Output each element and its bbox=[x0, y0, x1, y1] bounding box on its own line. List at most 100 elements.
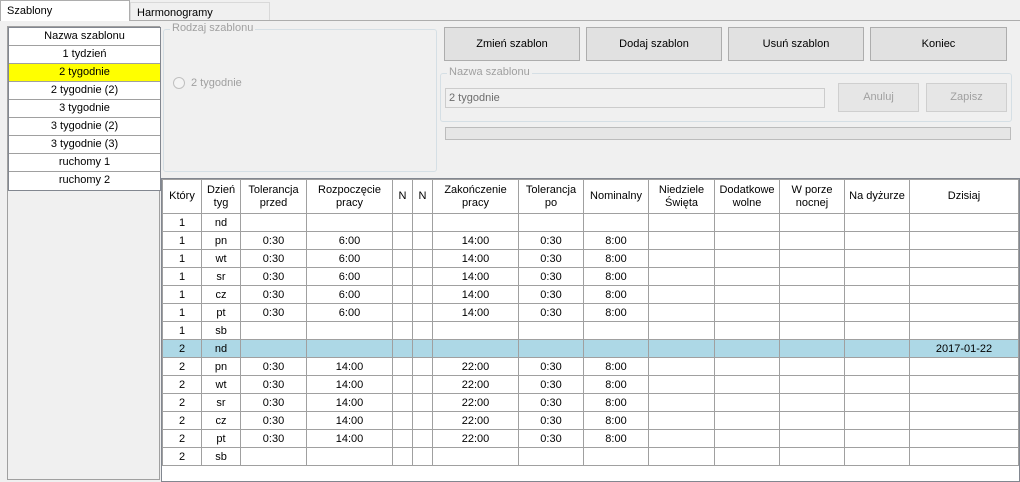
table-cell[interactable] bbox=[714, 375, 780, 394]
table-cell[interactable] bbox=[844, 447, 910, 466]
table-cell[interactable] bbox=[909, 429, 1019, 448]
table-cell[interactable]: 14:00 bbox=[306, 429, 393, 448]
table-cell[interactable] bbox=[844, 339, 910, 358]
table-cell[interactable]: 0:30 bbox=[240, 249, 307, 268]
table-cell[interactable] bbox=[844, 285, 910, 304]
table-cell[interactable] bbox=[412, 393, 433, 412]
table-cell[interactable]: cz bbox=[201, 411, 241, 430]
template-list-item[interactable]: 3 tygodnie (2) bbox=[9, 118, 160, 136]
column-header[interactable]: Dzień tyg bbox=[201, 179, 241, 214]
table-cell[interactable]: 0:30 bbox=[518, 231, 584, 250]
table-cell[interactable]: 2 bbox=[162, 429, 202, 448]
table-cell[interactable] bbox=[909, 303, 1019, 322]
table-cell[interactable] bbox=[392, 339, 413, 358]
table-cell[interactable] bbox=[648, 339, 715, 358]
table-cell[interactable] bbox=[779, 429, 845, 448]
table-cell[interactable] bbox=[392, 375, 413, 394]
add-template-button[interactable]: Dodaj szablon bbox=[586, 27, 722, 61]
table-cell[interactable] bbox=[909, 375, 1019, 394]
table-cell[interactable] bbox=[392, 357, 413, 376]
table-row[interactable]: 2 sr 0:30 14:00 22:00 0:30 8:00 bbox=[162, 393, 1019, 412]
table-cell[interactable] bbox=[648, 231, 715, 250]
table-cell[interactable] bbox=[583, 321, 649, 340]
table-cell[interactable] bbox=[392, 411, 413, 430]
table-cell[interactable]: 0:30 bbox=[518, 393, 584, 412]
table-row[interactable]: 2 pt 0:30 14:00 22:00 0:30 8:00 bbox=[162, 429, 1019, 448]
table-cell[interactable] bbox=[412, 375, 433, 394]
table-cell[interactable] bbox=[412, 339, 433, 358]
table-cell[interactable] bbox=[240, 213, 307, 232]
table-row[interactable]: 2 pn 0:30 14:00 22:00 0:30 8:00 bbox=[162, 357, 1019, 376]
table-cell[interactable] bbox=[518, 213, 584, 232]
end-button[interactable]: Koniec bbox=[870, 27, 1007, 61]
table-cell[interactable]: pn bbox=[201, 231, 241, 250]
table-cell[interactable] bbox=[392, 447, 413, 466]
table-cell[interactable] bbox=[648, 249, 715, 268]
delete-template-button[interactable]: Usuń szablon bbox=[728, 27, 864, 61]
template-list-item[interactable]: ruchomy 1 bbox=[9, 154, 160, 172]
table-cell[interactable] bbox=[306, 213, 393, 232]
table-cell[interactable] bbox=[909, 393, 1019, 412]
table-cell[interactable]: 22:00 bbox=[432, 411, 519, 430]
table-cell[interactable]: 0:30 bbox=[240, 231, 307, 250]
column-header[interactable]: Zakończenie pracy bbox=[432, 179, 519, 214]
table-cell[interactable] bbox=[779, 411, 845, 430]
radio-button[interactable] bbox=[173, 77, 185, 89]
table-cell[interactable] bbox=[432, 321, 519, 340]
table-cell[interactable] bbox=[392, 213, 413, 232]
table-cell[interactable]: 0:30 bbox=[240, 393, 307, 412]
tab-szablony[interactable]: Szablony bbox=[0, 0, 130, 21]
table-cell[interactable] bbox=[844, 429, 910, 448]
table-cell[interactable]: 14:00 bbox=[432, 285, 519, 304]
table-cell[interactable]: 8:00 bbox=[583, 375, 649, 394]
table-cell[interactable] bbox=[306, 339, 393, 358]
table-cell[interactable]: 0:30 bbox=[240, 267, 307, 286]
table-row[interactable]: 2 sb bbox=[162, 447, 1019, 466]
column-header[interactable]: Który bbox=[162, 179, 202, 214]
table-cell[interactable]: 8:00 bbox=[583, 393, 649, 412]
table-cell[interactable]: 0:30 bbox=[240, 303, 307, 322]
table-cell[interactable] bbox=[779, 375, 845, 394]
table-row[interactable]: 1 pt 0:30 6:00 14:00 0:30 8:00 bbox=[162, 303, 1019, 322]
table-cell[interactable] bbox=[909, 447, 1019, 466]
table-cell[interactable] bbox=[909, 411, 1019, 430]
table-cell[interactable] bbox=[240, 447, 307, 466]
table-cell[interactable]: 8:00 bbox=[583, 249, 649, 268]
table-cell[interactable]: 0:30 bbox=[240, 375, 307, 394]
table-row[interactable]: 1 cz 0:30 6:00 14:00 0:30 8:00 bbox=[162, 285, 1019, 304]
table-cell[interactable]: 0:30 bbox=[518, 429, 584, 448]
table-cell[interactable] bbox=[412, 321, 433, 340]
table-cell[interactable] bbox=[412, 303, 433, 322]
cancel-button[interactable]: Anuluj bbox=[838, 83, 919, 112]
table-cell[interactable]: 2 bbox=[162, 375, 202, 394]
table-cell[interactable]: pt bbox=[201, 429, 241, 448]
table-cell[interactable]: nd bbox=[201, 339, 241, 358]
tab-harmonogramy[interactable]: Harmonogramy bbox=[130, 2, 270, 20]
save-button[interactable]: Zapisz bbox=[926, 83, 1007, 112]
table-cell[interactable] bbox=[412, 267, 433, 286]
table-cell[interactable] bbox=[909, 321, 1019, 340]
table-row[interactable]: 2nd 2017-01-22 bbox=[162, 339, 1019, 358]
table-cell[interactable] bbox=[518, 321, 584, 340]
table-cell[interactable] bbox=[583, 339, 649, 358]
table-cell[interactable]: 1 bbox=[162, 249, 202, 268]
table-cell[interactable]: 22:00 bbox=[432, 375, 519, 394]
table-cell[interactable]: 8:00 bbox=[583, 303, 649, 322]
table-cell[interactable] bbox=[714, 429, 780, 448]
table-cell[interactable]: 22:00 bbox=[432, 357, 519, 376]
table-cell[interactable]: 2 bbox=[162, 393, 202, 412]
template-list-item[interactable]: 3 tygodnie bbox=[9, 100, 160, 118]
table-cell[interactable]: 14:00 bbox=[432, 303, 519, 322]
table-cell[interactable]: 14:00 bbox=[306, 375, 393, 394]
table-cell[interactable]: 8:00 bbox=[583, 285, 649, 304]
table-cell[interactable] bbox=[432, 447, 519, 466]
table-cell[interactable]: 14:00 bbox=[306, 411, 393, 430]
table-cell[interactable] bbox=[412, 357, 433, 376]
table-cell[interactable] bbox=[714, 321, 780, 340]
table-cell[interactable] bbox=[412, 411, 433, 430]
table-cell[interactable] bbox=[648, 303, 715, 322]
table-cell[interactable] bbox=[909, 285, 1019, 304]
column-header[interactable]: W porze nocnej bbox=[779, 179, 845, 214]
template-name-field[interactable]: 2 tygodnie bbox=[445, 88, 825, 108]
template-list-item[interactable]: 2 tygodnie (2) bbox=[9, 82, 160, 100]
